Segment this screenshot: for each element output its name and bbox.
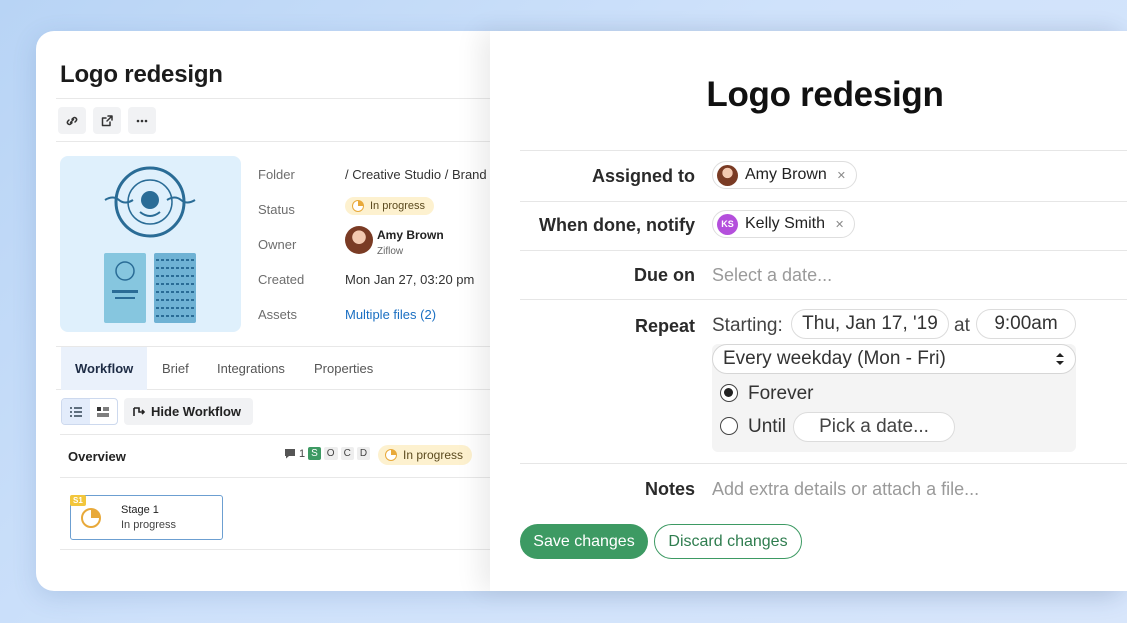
notes-input[interactable]: Add extra details or attach a file... [712,479,979,500]
starting-label: Starting: [712,315,783,336]
owner-label: Owner [258,237,297,252]
select-arrows-icon [1056,353,1064,365]
panel-title: Logo redesign [706,75,944,114]
start-time-field[interactable]: 9:00am [976,309,1076,339]
divider [520,463,1127,464]
progress-pie-icon [352,200,364,212]
stage-card[interactable]: S1 Stage 1 In progress [70,495,223,540]
assignee-chip[interactable]: Amy Brown ✕ [712,161,858,189]
divider [520,299,1127,300]
forever-radio[interactable] [720,384,738,402]
stage-letter: O [323,447,338,460]
discard-changes-button[interactable]: Discard changes [654,524,802,559]
notify-label: When done, notify [539,215,695,235]
stage-progress-icon [81,508,101,528]
progress-pie-icon [385,449,397,461]
hide-workflow-button[interactable]: Hide Workflow [124,398,254,425]
notify-chip[interactable]: KS Kelly Smith ✕ [712,210,856,238]
status-badge[interactable]: In progress [345,197,435,215]
frequency-value: Every weekday (Mon - Fri) [723,348,946,369]
status-label: Status [258,202,295,217]
stage-letter: D [356,447,371,460]
page-title: Logo redesign [60,61,223,88]
created-label: Created [258,272,305,287]
overview-status-badge: In progress [378,445,473,465]
share-icon [101,114,113,126]
overview-status-text: In progress [403,448,464,462]
stage-letter: C [340,447,354,460]
repeat-label: Repeat [634,316,695,336]
share-button[interactable] [93,107,121,134]
assets-link[interactable]: Multiple files (2) [345,307,436,322]
until-radio[interactable] [720,417,738,435]
comment-icon [285,449,295,459]
overview-label: Overview [68,449,126,464]
workflow-overview-row[interactable]: Overview 1 S O C D In progress [60,434,500,478]
tab-workflow[interactable]: Workflow [61,347,148,390]
more-options-button[interactable] [128,107,156,134]
hide-workflow-label: Hide Workflow [151,404,242,419]
avatar: KS [717,213,738,235]
task-edit-panel: Logo redesign Assigned to Amy Brown ✕ Wh… [490,31,1127,591]
folder-path[interactable]: / Creative Studio / Brand [345,167,487,182]
assigned-to-label: Assigned to [591,166,695,186]
link-icon [66,116,78,125]
detail-view-button[interactable] [90,399,118,424]
asset-thumbnail[interactable] [60,156,241,332]
view-toggle[interactable] [61,398,118,425]
more-icon [136,119,148,122]
notes-label: Notes [644,479,695,499]
tab-properties[interactable]: Properties [314,347,373,390]
stage-tag: S1 [70,495,86,506]
divider [56,98,506,99]
stage-status: In progress [121,519,177,531]
at-label: at [954,315,970,336]
forever-label: Forever [748,383,814,404]
notify-name: Kelly Smith [745,215,826,232]
detail-list-icon [97,406,110,417]
due-on-label: Due on [634,265,695,285]
until-label: Until [748,416,787,437]
remove-assignee-icon[interactable]: ✕ [837,169,846,182]
divider [520,250,1127,251]
remove-notify-icon[interactable]: ✕ [835,218,844,231]
divider [520,201,1127,202]
tab-integrations[interactable]: Integrations [217,347,285,390]
comment-count: 1 [299,447,306,460]
start-date-field[interactable]: Thu, Jan 17, '19 [791,309,949,339]
tab-brief[interactable]: Brief [162,347,189,390]
divider [520,150,1127,151]
stage-letter: S [308,447,321,460]
owner-org: Ziflow [377,246,404,257]
stage-name: Stage 1 [121,504,159,516]
save-changes-button[interactable]: Save changes [520,524,648,559]
until-date-field[interactable]: Pick a date... [793,412,955,442]
neptune-logo-image [104,166,196,323]
assignee-name: Amy Brown [745,166,827,183]
folder-label: Folder [258,167,295,182]
list-view-button[interactable] [62,399,90,424]
due-date-input[interactable]: Select a date... [712,265,832,286]
copy-link-button[interactable] [58,107,86,134]
status-text: In progress [370,200,426,212]
list-icon [69,406,82,417]
assets-label: Assets [258,307,298,322]
owner-avatar [345,226,373,254]
overview-indicators: 1 S O C D [284,447,371,460]
workflow-icon [133,406,146,416]
tab-bar: Workflow Brief Integrations Properties [56,346,496,390]
divider [56,141,506,142]
avatar [717,164,738,186]
created-date: Mon Jan 27, 03:20 pm [345,272,475,287]
owner-name: Amy Brown [377,228,444,242]
divider [60,549,500,550]
frequency-select[interactable]: Every weekday (Mon - Fri) [712,344,1076,374]
